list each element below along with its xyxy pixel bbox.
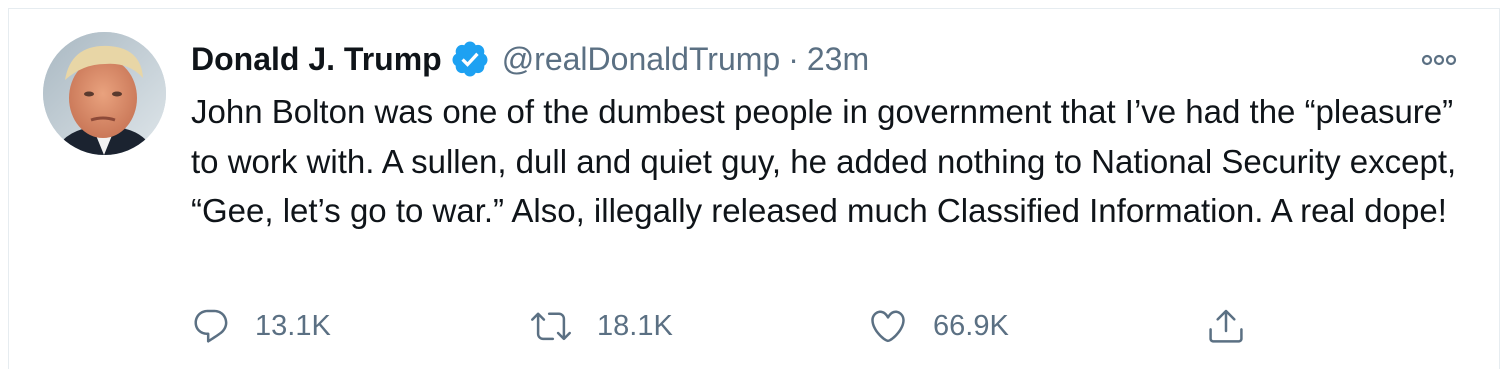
tweet-card[interactable]: Donald J. Trump @realDonaldTrump · 23m J… (8, 8, 1500, 369)
reply-icon (191, 306, 231, 346)
retweet-count: 18.1K (597, 309, 673, 342)
retweet-icon (529, 306, 573, 346)
display-name[interactable]: Donald J. Trump (191, 41, 442, 78)
tweet-timestamp[interactable]: 23m (807, 41, 869, 78)
reply-button[interactable]: 13.1K (191, 304, 331, 348)
more-icon[interactable] (1419, 45, 1459, 75)
heart-icon (867, 306, 909, 346)
share-button[interactable] (1206, 304, 1246, 348)
reply-count: 13.1K (255, 309, 331, 342)
like-button[interactable]: 66.9K (867, 304, 1009, 348)
retweet-button[interactable]: 18.1K (529, 304, 673, 348)
avatar[interactable] (43, 32, 166, 155)
verified-badge-icon (450, 39, 490, 79)
like-count: 66.9K (933, 309, 1009, 342)
header-separator: · (788, 40, 799, 77)
author-handle[interactable]: @realDonaldTrump (502, 41, 781, 78)
tweet-header: Donald J. Trump @realDonaldTrump · 23m (191, 37, 869, 81)
share-icon (1206, 306, 1246, 346)
avatar-image (43, 32, 166, 155)
tweet-text: John Bolton was one of the dumbest peopl… (191, 93, 1457, 229)
